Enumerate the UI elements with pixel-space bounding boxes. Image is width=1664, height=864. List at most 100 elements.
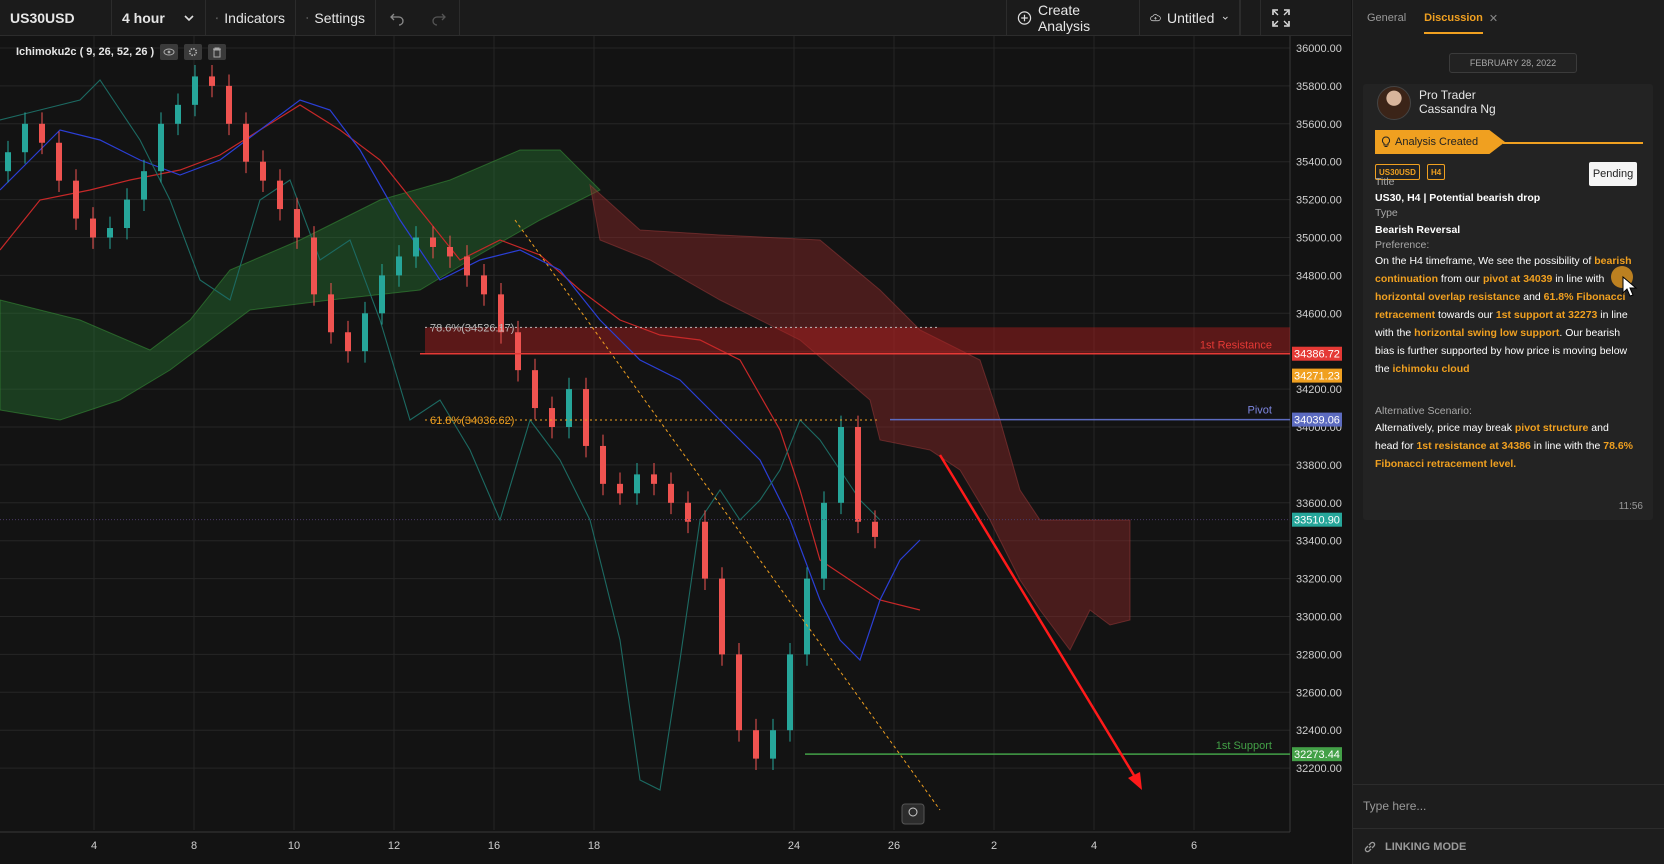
chevron-down-icon bbox=[1223, 16, 1229, 20]
candle-body bbox=[413, 237, 419, 257]
redo-button[interactable] bbox=[418, 0, 460, 35]
layout-save-selector[interactable]: Untitled bbox=[1140, 0, 1240, 35]
candle-body bbox=[5, 152, 11, 172]
candle-body bbox=[464, 256, 470, 276]
settings-button[interactable]: Settings bbox=[296, 0, 376, 35]
create-analysis-label: Create Analysis bbox=[1037, 1, 1091, 34]
candle-body bbox=[311, 237, 317, 295]
plus-circle-icon bbox=[1017, 10, 1032, 25]
trash-icon[interactable] bbox=[208, 44, 227, 60]
indicators-button[interactable]: Indicators bbox=[206, 0, 296, 35]
resistance-label: 1st Resistance bbox=[1200, 340, 1272, 352]
message-input[interactable] bbox=[1353, 785, 1664, 827]
candle-body bbox=[73, 180, 79, 219]
candle-body bbox=[430, 237, 436, 247]
link-icon bbox=[1364, 841, 1376, 852]
linking-mode-toggle[interactable]: LINKING MODE bbox=[1353, 828, 1664, 864]
candle-body bbox=[209, 76, 215, 86]
candle-body bbox=[260, 161, 266, 181]
status-label: Analysis Created bbox=[1395, 136, 1479, 148]
chart-line-icon bbox=[216, 16, 219, 19]
candle-body bbox=[872, 521, 878, 537]
close-icon[interactable]: ✕ bbox=[1489, 12, 1498, 25]
price-tick-label: 34200.00 bbox=[1296, 384, 1342, 396]
price-tick-label: 33200.00 bbox=[1296, 574, 1342, 586]
date-tick-label: 10 bbox=[288, 840, 300, 852]
bearish-arrow-head bbox=[1128, 772, 1142, 790]
status-badge: Analysis Created bbox=[1375, 130, 1505, 154]
interval-selector[interactable]: 4 hour bbox=[112, 0, 206, 35]
fullscreen-button[interactable] bbox=[1260, 0, 1300, 35]
type-value: Bearish Reversal bbox=[1375, 224, 1461, 236]
support-label: 1st Support bbox=[1216, 740, 1272, 752]
author-name[interactable]: Cassandra Ng bbox=[1419, 102, 1496, 116]
undo-button[interactable] bbox=[376, 0, 418, 35]
price-tick-label: 32400.00 bbox=[1296, 725, 1342, 737]
tab-general[interactable]: General bbox=[1367, 12, 1406, 24]
candle-body bbox=[447, 246, 453, 257]
top-toolbar: US30USD 4 hour Indicators Settings Creat… bbox=[0, 0, 1351, 36]
candle-body bbox=[158, 123, 164, 172]
candle-body bbox=[583, 389, 589, 446]
pending-button[interactable]: Pending bbox=[1589, 162, 1637, 186]
analysis-marker[interactable] bbox=[901, 803, 925, 825]
message-time: 11:56 bbox=[1618, 501, 1643, 512]
candle-body bbox=[787, 654, 793, 731]
indicator-name: Ichimoku2c ( 9, 26, 52, 26 ) bbox=[16, 46, 155, 58]
indicator-legend: Ichimoku2c ( 9, 26, 52, 26 ) bbox=[16, 44, 227, 60]
date-tick-label: 16 bbox=[488, 840, 500, 852]
price-tick-label: 35000.00 bbox=[1296, 233, 1342, 245]
candle-body bbox=[362, 313, 368, 352]
candle-body bbox=[345, 332, 351, 352]
candle-body bbox=[226, 85, 232, 124]
ichimoku-cloud-bearish bbox=[589, 183, 1131, 651]
candle-body bbox=[56, 142, 62, 181]
candle-body bbox=[600, 445, 606, 484]
candle-body bbox=[804, 578, 810, 655]
symbol-selector[interactable]: US30USD bbox=[0, 0, 112, 35]
title-label: Title bbox=[1375, 176, 1395, 188]
candle-body bbox=[396, 256, 402, 276]
tab-discussion[interactable]: Discussion bbox=[1424, 12, 1483, 34]
interval-label: 4 hour bbox=[122, 9, 165, 26]
price-tick-label: 35800.00 bbox=[1296, 81, 1342, 93]
candle-body bbox=[481, 275, 487, 295]
candle-body bbox=[753, 730, 759, 759]
preference-label: Preference: bbox=[1375, 239, 1430, 251]
candle-body bbox=[141, 171, 147, 200]
avatar[interactable] bbox=[1377, 86, 1411, 120]
candle-body bbox=[549, 408, 555, 427]
preference-text: On the H4 timeframe, We see the possibil… bbox=[1375, 255, 1632, 375]
settings-label: Settings bbox=[314, 9, 365, 26]
chevron-down-icon bbox=[184, 14, 194, 21]
settings-gear-icon[interactable] bbox=[184, 44, 203, 60]
resistance-zone bbox=[425, 327, 1290, 354]
price-chart[interactable]: 1st Resistance Pivot 1st Support 78.6%(3452… bbox=[0, 36, 1351, 864]
candle-body bbox=[532, 370, 538, 409]
candle-body bbox=[39, 123, 45, 143]
price-tick-label: 34600.00 bbox=[1296, 308, 1342, 320]
create-analysis-button[interactable]: Create Analysis bbox=[1006, 0, 1140, 35]
candle-body bbox=[277, 180, 283, 210]
fib-618-label: 61.8%(34036.62) bbox=[430, 415, 514, 427]
eye-icon[interactable] bbox=[160, 44, 179, 60]
status-line bbox=[1503, 142, 1643, 144]
date-separator: FEBRUARY 28, 2022 bbox=[1449, 53, 1577, 73]
fullscreen-icon bbox=[1271, 8, 1290, 27]
orange-price-badge: 34271.23 bbox=[1294, 371, 1340, 383]
candle-body bbox=[192, 76, 198, 105]
price-tick-label: 35600.00 bbox=[1296, 119, 1342, 131]
candle-body bbox=[736, 654, 742, 731]
date-tick-label: 2 bbox=[991, 840, 997, 852]
current-price-badge: 33510.90 bbox=[1294, 515, 1340, 527]
chart-area[interactable]: 1st Resistance Pivot 1st Support 78.6%(3452… bbox=[0, 36, 1351, 864]
title-value: US30, H4 | Potential bearish drop bbox=[1375, 192, 1541, 204]
author-role: Pro Trader bbox=[1419, 88, 1476, 102]
date-tick-label: 4 bbox=[91, 840, 97, 852]
price-tick-label: 33400.00 bbox=[1296, 536, 1342, 548]
support-price-badge: 32273.44 bbox=[1294, 749, 1340, 761]
price-tick-label: 32800.00 bbox=[1296, 649, 1342, 661]
candle-body bbox=[838, 427, 844, 503]
mouse-cursor-icon bbox=[1622, 276, 1638, 297]
candle-body bbox=[566, 389, 572, 427]
